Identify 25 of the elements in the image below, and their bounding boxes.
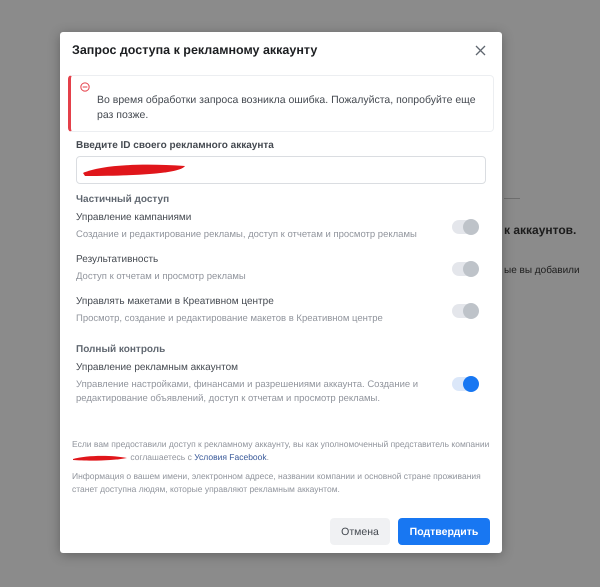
info-text: Информация о вашем имени, электронном адресе, названии компании и основной стране проживания станет доступна людям, которые управляют рекламным аккаунтом. bbox=[72, 470, 482, 496]
toggle-switch[interactable] bbox=[452, 376, 478, 390]
page-heading: к аккаунтов. bbox=[504, 223, 578, 237]
permission-description: Просмотр, создание и редактирование макетов в Креативном центре bbox=[76, 312, 384, 326]
error-message: Во время обработки запроса возникла ошибка. Пожалуйста, попробуйте еще раз позже. bbox=[96, 93, 477, 123]
permission-description: Доступ к отчетам и просмотр рекламы bbox=[76, 270, 247, 284]
page-text: ые вы добавили bbox=[504, 265, 581, 276]
permission-name: Управлять макетами в Креативном центре bbox=[76, 295, 275, 309]
permission-name: Управление рекламным аккаунтом bbox=[76, 361, 240, 375]
confirm-button[interactable]: Подтвердить bbox=[398, 518, 490, 545]
close-icon[interactable] bbox=[475, 44, 486, 56]
permission-name: Управление кампаниями bbox=[76, 211, 192, 225]
permission-description: Создание и редактирование рекламы, доступ к отчетам и просмотр рекламы bbox=[76, 228, 418, 242]
redaction-mark bbox=[72, 454, 128, 462]
cancel-button[interactable]: Отмена bbox=[330, 518, 390, 545]
permission-description: Управление настройками, финансами и разрешениями аккаунта. Создание и редактирование объявлений, доступ к отчетам и просмотр рекламы. bbox=[76, 378, 420, 406]
field-label: Введите ID своего рекламного аккаунта bbox=[76, 140, 275, 151]
terms-text: Если вам предоставили доступ к рекламному аккаунту, вы как уполномоченный представитель компании соглашаетесь с Условия Facebook. bbox=[72, 438, 490, 464]
terms-link[interactable]: Условия Facebook bbox=[194, 452, 267, 462]
error-icon bbox=[79, 82, 91, 92]
dialog-title: Запрос доступа к рекламному аккаунту bbox=[72, 43, 318, 57]
section-title: Частичный доступ bbox=[76, 194, 170, 205]
input-field[interactable] bbox=[76, 156, 486, 184]
section-title: Полный контроль bbox=[76, 344, 166, 355]
permission-name: Результативность bbox=[76, 253, 160, 267]
